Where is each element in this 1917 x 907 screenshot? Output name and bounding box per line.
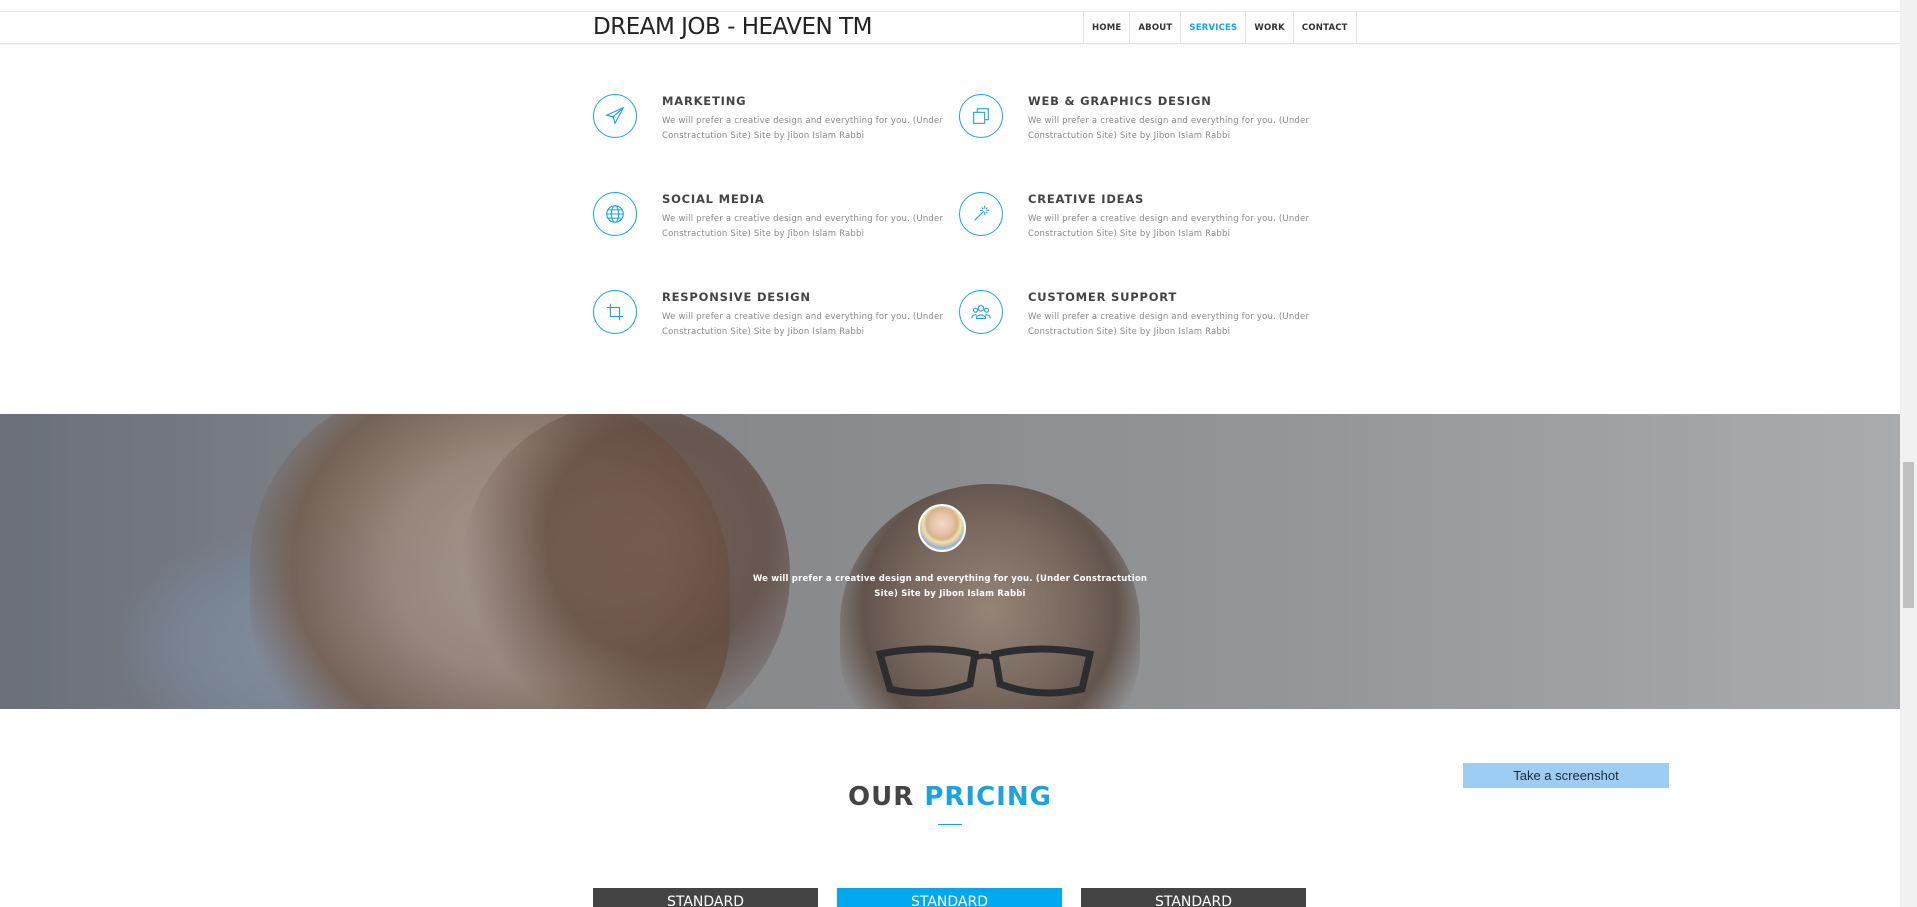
crop-icon <box>593 290 637 334</box>
testimonial-avatar <box>918 504 966 552</box>
nav-services[interactable]: SERVICES <box>1181 12 1247 44</box>
service-social-media: SOCIAL MEDIA We will prefer a creative d… <box>593 192 953 252</box>
service-description: We will prefer a creative design and eve… <box>1028 312 1310 337</box>
scrollbar-thumb[interactable] <box>1903 462 1914 608</box>
pricing-title-main: OUR <box>848 782 915 812</box>
pricing-divider <box>938 824 962 825</box>
service-description: We will prefer a creative design and eve… <box>1028 214 1310 239</box>
nav-menu: HOME ABOUT SERVICES WORK CONTACT <box>1083 12 1357 44</box>
magic-wand-icon <box>959 192 1003 236</box>
service-description: We will prefer a creative design and eve… <box>662 116 944 141</box>
service-title: CUSTOMER SUPPORT <box>1028 290 1178 304</box>
paper-plane-icon <box>593 94 637 138</box>
pricing-title-accent: PRICING <box>924 782 1052 812</box>
nav-about[interactable]: ABOUT <box>1130 12 1182 44</box>
scrollbar-track[interactable] <box>1900 0 1917 907</box>
nav-work[interactable]: WORK <box>1246 12 1294 44</box>
layers-icon <box>959 94 1003 138</box>
service-description: We will prefer a creative design and eve… <box>662 312 944 337</box>
globe-icon <box>593 192 637 236</box>
service-web-graphics-design: WEB & GRAPHICS DESIGN We will prefer a c… <box>959 94 1319 154</box>
service-responsive-design: RESPONSIVE DESIGN We will prefer a creat… <box>593 290 953 350</box>
service-title: SOCIAL MEDIA <box>662 192 765 206</box>
pricing-plan-header: STANDARD <box>1081 888 1306 907</box>
service-creative-ideas: CREATIVE IDEAS We will prefer a creative… <box>959 192 1319 252</box>
top-strip <box>0 0 1900 12</box>
pricing-plan-header: STANDARD <box>837 888 1062 907</box>
service-customer-support: CUSTOMER SUPPORT We will prefer a creati… <box>959 290 1319 350</box>
service-marketing: MARKETING We will prefer a creative desi… <box>593 94 953 154</box>
service-title: MARKETING <box>662 94 747 108</box>
brand-logo[interactable]: DREAM JOB - HEAVEN TM <box>593 14 872 40</box>
testimonial-band: We will prefer a creative design and eve… <box>0 414 1900 709</box>
nav-contact[interactable]: CONTACT <box>1294 12 1357 44</box>
service-title: WEB & GRAPHICS DESIGN <box>1028 94 1212 108</box>
pricing-plan-header: STANDARD <box>593 888 818 907</box>
service-description: We will prefer a creative design and eve… <box>662 214 944 239</box>
band-overlay <box>0 414 1900 709</box>
service-title: RESPONSIVE DESIGN <box>662 290 811 304</box>
services-section: MARKETING We will prefer a creative desi… <box>0 44 1900 414</box>
service-title: CREATIVE IDEAS <box>1028 192 1145 206</box>
users-icon <box>959 290 1003 334</box>
nav-home[interactable]: HOME <box>1084 12 1131 44</box>
service-description: We will prefer a creative design and eve… <box>1028 116 1310 141</box>
testimonial-quote: We will prefer a creative design and eve… <box>752 574 1148 599</box>
navbar: DREAM JOB - HEAVEN TM HOME ABOUT SERVICE… <box>0 12 1900 44</box>
take-screenshot-button[interactable]: Take a screenshot <box>1463 763 1669 788</box>
